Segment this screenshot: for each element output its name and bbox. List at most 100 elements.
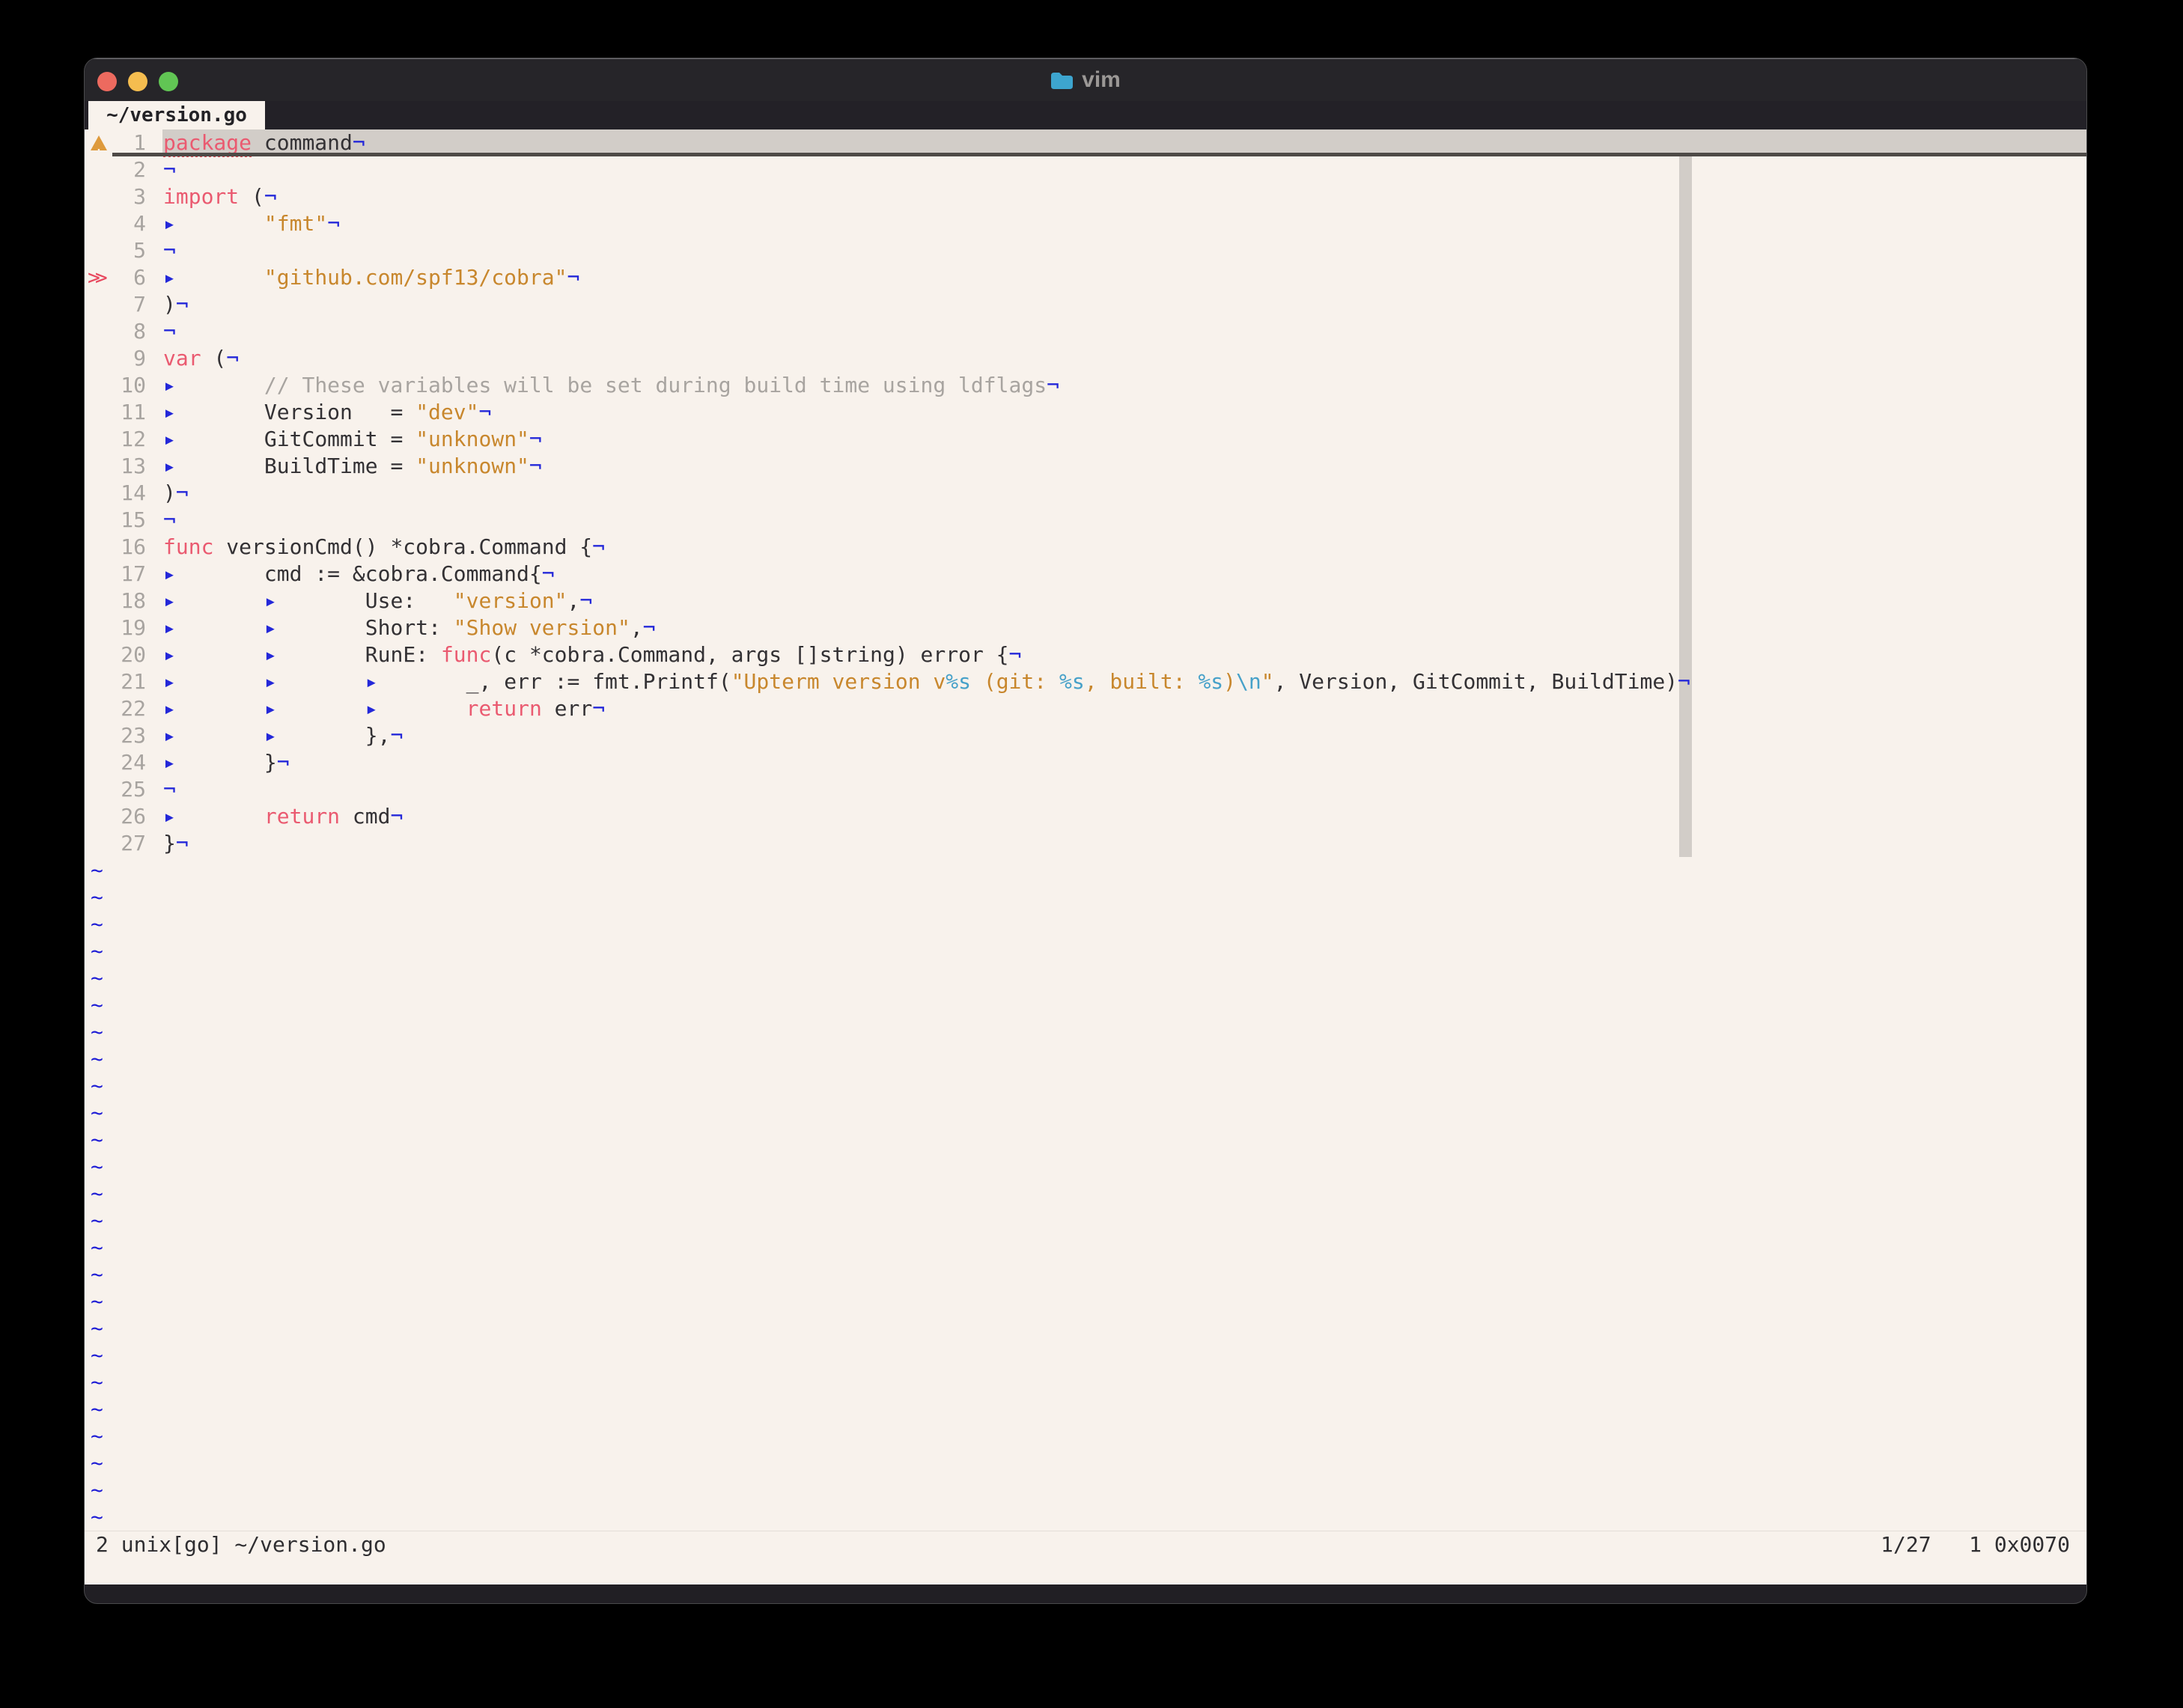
code-line[interactable]: 2¬: [85, 156, 2086, 183]
code-line[interactable]: 16func versionCmd() *cobra.Command {¬: [85, 534, 2086, 561]
tab-char-icon: ▸: [163, 588, 264, 614]
eol-char-icon: ¬: [1678, 669, 1690, 694]
code-line[interactable]: 15¬: [85, 507, 2086, 534]
window-title-group: vim: [85, 58, 2086, 101]
eol-char-icon: ¬: [478, 400, 491, 424]
empty-line: ~: [85, 1126, 2086, 1153]
code-line[interactable]: !1package command¬: [85, 129, 2086, 156]
tilde-marker: ~: [91, 1234, 103, 1261]
line-number: 25: [113, 776, 146, 803]
code-line[interactable]: 4▸"fmt"¬: [85, 210, 2086, 237]
code-line[interactable]: 21▸▸▸_, err := fmt.Printf("Upterm versio…: [85, 668, 2086, 695]
code-line[interactable]: 7)¬: [85, 291, 2086, 318]
code-line[interactable]: 11▸Version = "dev"¬: [85, 399, 2086, 426]
eol-char-icon: ¬: [529, 427, 542, 451]
tab-char-icon: ▸: [163, 695, 264, 722]
code-text: %s: [1059, 669, 1085, 694]
eol-char-icon: ¬: [391, 723, 404, 748]
code-line[interactable]: 26▸return cmd¬: [85, 803, 2086, 830]
code-line[interactable]: 23▸▸},¬: [85, 722, 2086, 749]
code-text: func: [163, 534, 213, 559]
code-line[interactable]: 25¬: [85, 776, 2086, 803]
eol-char-icon: ¬: [579, 588, 592, 613]
code-text: return: [466, 696, 542, 721]
code-text: ): [163, 481, 176, 505]
code-line[interactable]: 12▸GitCommit = "unknown"¬: [85, 426, 2086, 453]
code-text: Version =: [264, 400, 415, 424]
tab-char-icon: ▸: [163, 210, 264, 237]
code-line[interactable]: 5¬: [85, 237, 2086, 264]
eol-char-icon: ¬: [163, 157, 176, 182]
tab-char-icon: ▸: [264, 588, 365, 614]
empty-line: ~: [85, 938, 2086, 965]
code-text: "fmt": [264, 211, 327, 236]
code-line[interactable]: 13▸BuildTime = "unknown"¬: [85, 453, 2086, 480]
code-line[interactable]: 17▸cmd := &cobra.Command{¬: [85, 561, 2086, 588]
tilde-marker: ~: [91, 1261, 103, 1288]
tilde-marker: ~: [91, 857, 103, 884]
code-line[interactable]: 22▸▸▸return err¬: [85, 695, 2086, 722]
vim-window: vim ~/version.go !1package command¬2¬3im…: [84, 58, 2087, 1604]
code-text: err: [542, 696, 592, 721]
editor-area[interactable]: !1package command¬2¬3import (¬4▸"fmt"¬5¬…: [85, 129, 2086, 1585]
empty-line: ~: [85, 965, 2086, 992]
code-line[interactable]: 18▸▸Use: "version",¬: [85, 588, 2086, 614]
code-line[interactable]: 20▸▸RunE: func(c *cobra.Command, args []…: [85, 641, 2086, 668]
tilde-marker: ~: [91, 1019, 103, 1046]
code-text: (c *cobra.Command, args []string) error …: [491, 642, 1008, 667]
empty-line: ~: [85, 1504, 2086, 1531]
tab-char-icon: ▸: [163, 668, 264, 695]
empty-line: ~: [85, 1369, 2086, 1396]
empty-line: ~: [85, 1207, 2086, 1234]
empty-line: ~: [85, 1315, 2086, 1342]
title-bar[interactable]: vim: [85, 58, 2086, 101]
window-title: vim: [1082, 67, 1121, 93]
tab-char-icon: ▸: [163, 722, 264, 749]
tilde-marker: ~: [91, 1450, 103, 1477]
code-line[interactable]: 3import (¬: [85, 183, 2086, 210]
empty-line: ~: [85, 1288, 2086, 1315]
empty-line: ~: [85, 1423, 2086, 1450]
code-line[interactable]: >>6▸"github.com/spf13/cobra"¬: [85, 264, 2086, 291]
code-line[interactable]: 24▸}¬: [85, 749, 2086, 776]
code-line[interactable]: 9var (¬: [85, 345, 2086, 372]
empty-line: ~: [85, 1396, 2086, 1423]
code-text: "github.com/spf13/cobra": [264, 265, 567, 290]
eol-char-icon: ¬: [643, 615, 656, 640]
empty-line: ~: [85, 1450, 2086, 1477]
code-line[interactable]: 14)¬: [85, 480, 2086, 507]
code-text: "dev": [415, 400, 478, 424]
code-text: func: [441, 642, 491, 667]
eol-char-icon: ¬: [163, 319, 176, 344]
code-line[interactable]: 19▸▸Short: "Show version",¬: [85, 614, 2086, 641]
empty-line: ~: [85, 1180, 2086, 1207]
command-line[interactable]: [85, 1558, 2086, 1585]
code-text: (: [239, 184, 264, 209]
desktop: { "window": { "title": "vim" }, "tab": {…: [0, 0, 2183, 1708]
code-line[interactable]: 27}¬: [85, 830, 2086, 857]
code-text: "Show version": [454, 615, 630, 640]
eol-char-icon: ¬: [226, 346, 239, 370]
tilde-marker: ~: [91, 965, 103, 992]
tab-char-icon: ▸: [163, 614, 264, 641]
code-text: ,: [567, 588, 580, 613]
code-text: BuildTime =: [264, 454, 415, 478]
line-number: 20: [113, 641, 146, 668]
status-line: 2 unix[go] ~/version.go 1/27 1 0x0070: [85, 1531, 2086, 1558]
empty-line: ~: [85, 1153, 2086, 1180]
tilde-marker: ~: [91, 1073, 103, 1099]
tilde-marker: ~: [91, 1180, 103, 1207]
tab-char-icon: ▸: [264, 641, 365, 668]
eol-char-icon: ¬: [176, 292, 189, 317]
tab-bar: ~/version.go: [85, 101, 2086, 129]
line-number: 27: [113, 830, 146, 857]
tilde-marker: ~: [91, 1099, 103, 1126]
code-line[interactable]: 8¬: [85, 318, 2086, 345]
tab-version-go[interactable]: ~/version.go: [88, 101, 265, 129]
code-text: %s: [946, 669, 971, 694]
code-text: "unknown": [415, 427, 529, 451]
code-line[interactable]: 10▸// These variables will be set during…: [85, 372, 2086, 399]
code-text: RunE:: [365, 642, 441, 667]
line-number: 14: [113, 480, 146, 507]
eol-char-icon: ¬: [567, 265, 579, 290]
